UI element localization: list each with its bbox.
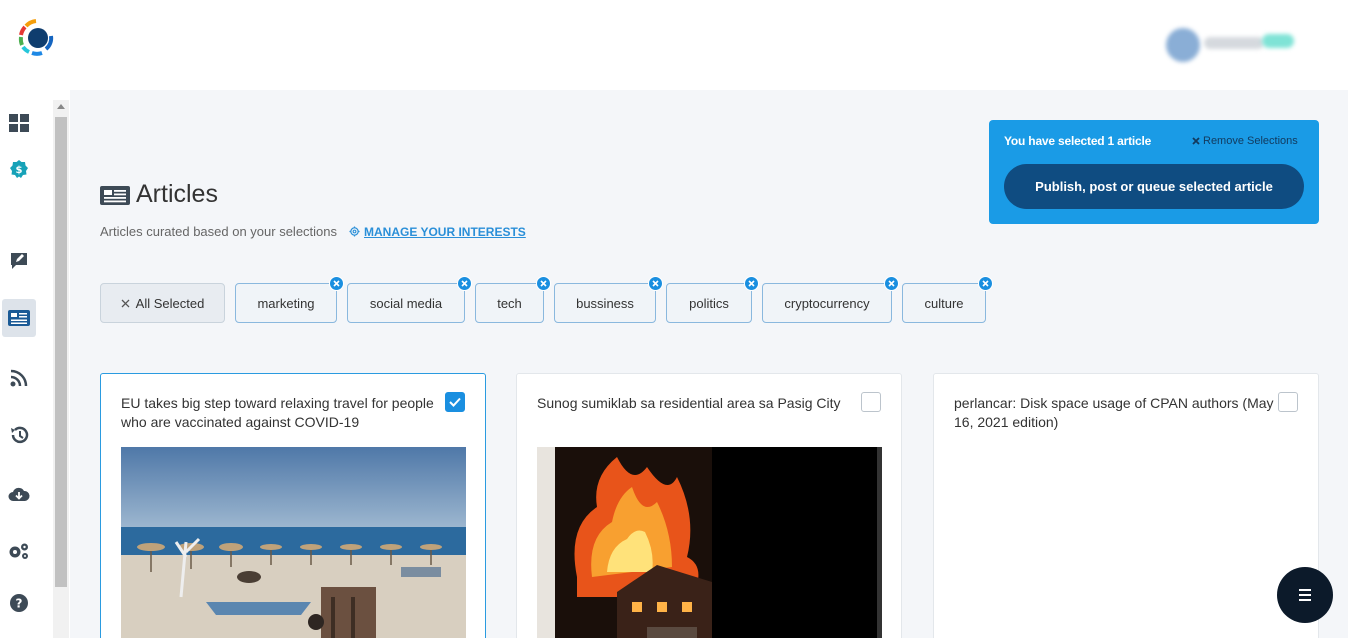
all-selected-button[interactable]: All Selected: [100, 283, 225, 323]
page-header: Articles: [100, 180, 218, 209]
tag-politics[interactable]: politics: [666, 276, 759, 323]
tag-remove-icon[interactable]: [648, 276, 663, 291]
remove-selections-label: Remove Selections: [1203, 135, 1298, 147]
settings-icon: [9, 543, 28, 559]
scrollbar-thumb[interactable]: [55, 117, 67, 587]
article-title[interactable]: EU takes big step toward relaxing travel…: [121, 394, 441, 432]
article-title[interactable]: Sunog sumiklab sa residential area sa Pa…: [537, 394, 857, 413]
user-badge-blurred: [1262, 34, 1294, 48]
fire-image: [537, 447, 882, 638]
article-image-beach[interactable]: [121, 447, 466, 638]
edit-comment-icon: [11, 253, 27, 269]
nav-history[interactable]: [4, 420, 34, 450]
selection-count-text: You have selected 1 article: [1004, 134, 1152, 148]
close-icon: [1192, 137, 1200, 145]
tag-tech[interactable]: tech: [475, 276, 551, 323]
gear-icon: [349, 226, 360, 237]
close-icon: [121, 299, 130, 307]
menu-fab-button[interactable]: [1277, 567, 1333, 623]
sidebar: $ ?: [0, 0, 70, 638]
history-icon: [11, 426, 29, 444]
svg-text:$: $: [16, 165, 23, 176]
article-checkbox[interactable]: [445, 392, 465, 412]
page-title: Articles: [136, 180, 218, 208]
logo-icon: [18, 19, 54, 56]
top-bar: [70, 0, 1348, 90]
tag-marketing[interactable]: marketing: [235, 276, 344, 323]
article-card[interactable]: perlancar: Disk space usage of CPAN auth…: [933, 373, 1319, 638]
page-subtitle-row: Articles curated based on your selection…: [100, 224, 526, 239]
newspaper-icon: [100, 185, 130, 205]
avatar[interactable]: [1166, 28, 1200, 62]
nav-articles[interactable]: [2, 299, 36, 337]
nav-feeds[interactable]: [4, 363, 34, 393]
article-card[interactable]: EU takes big step toward relaxing travel…: [100, 373, 486, 638]
rss-icon: [10, 369, 28, 387]
tag-label: bussiness: [576, 295, 634, 311]
dashboard-icon: [9, 114, 29, 132]
article-image-fire[interactable]: [537, 447, 882, 638]
manage-interests-link[interactable]: MANAGE YOUR INTERESTS: [349, 225, 526, 239]
tag-label: social media: [369, 295, 443, 311]
article-checkbox[interactable]: [1278, 392, 1298, 412]
sidebar-scrollbar[interactable]: [53, 100, 69, 638]
article-checkbox[interactable]: [861, 392, 881, 412]
page-subtitle: Articles curated based on your selection…: [100, 224, 338, 239]
tag-remove-icon[interactable]: [978, 276, 993, 291]
article-title[interactable]: perlancar: Disk space usage of CPAN auth…: [954, 394, 1274, 432]
dollar-badge-icon: $: [10, 160, 28, 178]
nav-billing[interactable]: $: [4, 154, 34, 184]
cloud-download-icon: [8, 487, 30, 501]
remove-selections-button[interactable]: Remove Selections: [1192, 135, 1298, 147]
tag-label: politics: [689, 295, 729, 311]
tag-remove-icon[interactable]: [536, 276, 551, 291]
nav-help[interactable]: ?: [4, 588, 34, 618]
help-icon: ?: [10, 594, 28, 612]
tag-social-media[interactable]: social media: [347, 276, 472, 323]
svg-text:?: ?: [16, 597, 23, 611]
beach-image: [121, 447, 466, 638]
tag-label: tech: [497, 295, 522, 311]
tag-label: marketing: [257, 295, 315, 311]
nav-downloads[interactable]: [4, 479, 34, 509]
tag-label: culture: [924, 295, 964, 311]
publish-button[interactable]: Publish, post or queue selected article: [1004, 164, 1304, 209]
tag-label: cryptocurrency: [784, 295, 870, 311]
manage-interests-label: MANAGE YOUR INTERESTS: [364, 224, 526, 239]
selection-panel: You have selected 1 article Remove Selec…: [989, 120, 1319, 224]
hamburger-menu-icon: [1299, 589, 1311, 601]
tag-culture[interactable]: culture: [902, 276, 993, 323]
user-name-blurred[interactable]: [1204, 37, 1264, 49]
articles-icon: [8, 310, 30, 326]
tag-remove-icon[interactable]: [884, 276, 899, 291]
article-card[interactable]: Sunog sumiklab sa residential area sa Pa…: [516, 373, 902, 638]
nav-settings[interactable]: [4, 536, 34, 566]
scroll-up-arrow-icon[interactable]: [57, 104, 65, 109]
tag-bussiness[interactable]: bussiness: [554, 276, 663, 323]
nav-compose[interactable]: [4, 246, 34, 276]
nav-dashboard[interactable]: [4, 108, 34, 138]
all-selected-label: All Selected: [135, 295, 205, 311]
tag-remove-icon[interactable]: [329, 276, 344, 291]
check-icon: [449, 397, 461, 407]
tag-remove-icon[interactable]: [457, 276, 472, 291]
tag-cryptocurrency[interactable]: cryptocurrency: [762, 276, 899, 323]
tag-remove-icon[interactable]: [744, 276, 759, 291]
